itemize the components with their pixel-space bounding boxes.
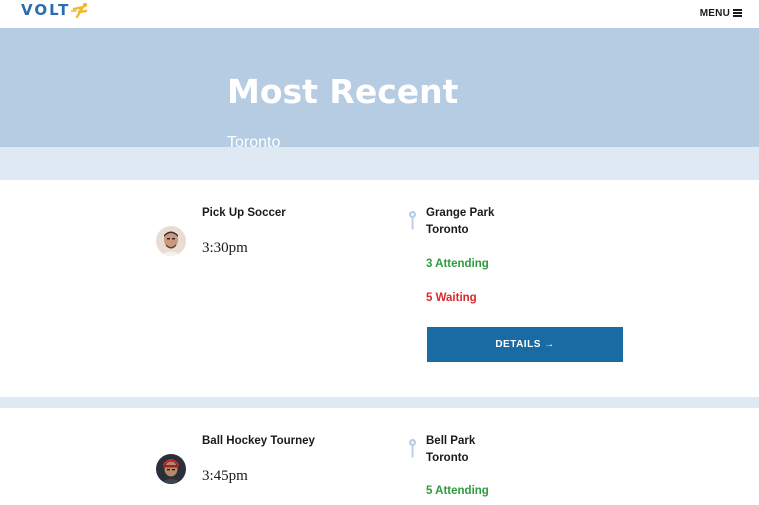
hamburger-icon: [733, 9, 742, 17]
section-divider: [0, 147, 759, 180]
event-title: Ball Hockey Tourney: [202, 435, 315, 447]
event-title: Pick Up Soccer: [202, 207, 286, 219]
location-city: Toronto: [426, 224, 469, 236]
avatar-icon: [156, 454, 186, 484]
location-name: Bell Park: [426, 435, 476, 447]
attending-count: 5 Attending: [426, 485, 489, 497]
event-time: 3:30pm: [202, 240, 248, 256]
attending-count: 3 Attending: [426, 258, 489, 270]
event-card: Pick Up Soccer 3:30pm Grange Park Toront…: [0, 180, 759, 397]
map-pin-icon: [409, 211, 416, 230]
volt-logo[interactable]: VOLT: [21, 1, 91, 19]
menu-button[interactable]: MENU: [700, 6, 742, 20]
location-city: Toronto: [426, 452, 469, 464]
avatar[interactable]: [156, 226, 186, 256]
page-title: Most Recent: [227, 72, 459, 111]
avatar-icon: [156, 226, 186, 256]
runner-bolt-icon: [71, 2, 88, 18]
hero-banner: Most Recent Toronto: [0, 28, 759, 151]
event-card: Ball Hockey Tourney 3:45pm Bell Park Tor…: [0, 408, 759, 505]
logo-text: VOLT: [21, 1, 71, 19]
menu-label: MENU: [699, 7, 730, 19]
event-time: 3:45pm: [202, 468, 248, 484]
waiting-count: 5 Waiting: [426, 292, 477, 304]
section-divider: [0, 397, 759, 408]
avatar[interactable]: [156, 454, 186, 484]
top-nav: VOLT MENU: [0, 0, 759, 28]
location-name: Grange Park: [426, 207, 495, 219]
details-button[interactable]: DETAILS →: [427, 327, 623, 362]
map-pin-icon: [409, 439, 416, 458]
